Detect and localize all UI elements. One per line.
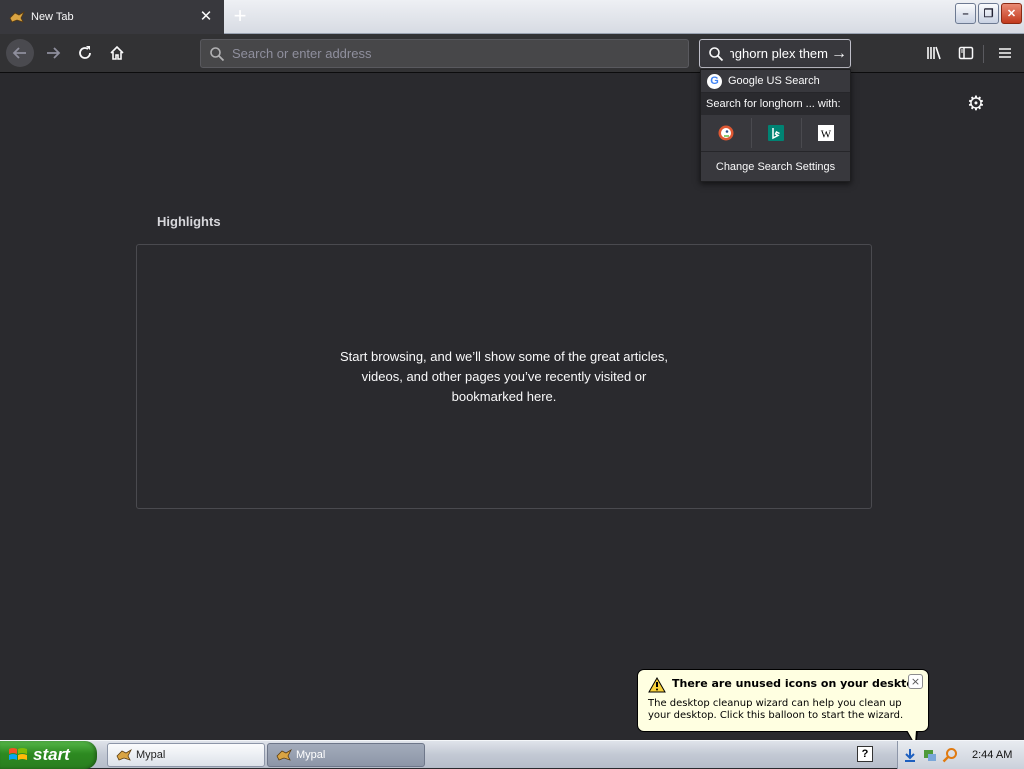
tab-close-icon[interactable]: ✕ [198,9,214,25]
scrollbar[interactable] [1007,73,1024,740]
highlights-title: Highlights [157,214,221,229]
taskbar-item-mypal-1[interactable]: Mypal [107,743,265,767]
one-off-engines: W [701,115,850,152]
home-button[interactable] [103,39,131,67]
tab-strip: New Tab ✕ + – ❐ ✕ [0,0,1024,34]
arrow-right-icon [47,47,61,59]
search-popup: G Google US Search Search for longhorn .… [700,69,851,182]
highlights-empty-message: Start browsing, and we’ll show some of t… [339,348,669,404]
search-input[interactable]: longhorn plex them [730,46,828,61]
mypal-icon [276,748,292,761]
highlights-section: Start browsing, and we’ll show some of t… [136,244,872,509]
search-engine-header[interactable]: G Google US Search [701,70,850,93]
sidebar-button[interactable] [952,39,980,67]
start-button[interactable]: start [0,741,97,769]
balloon-title: There are unused icons on your desktop [672,677,922,690]
reload-button[interactable] [71,39,99,67]
search-icon [210,46,225,61]
search-go-button[interactable]: → [828,45,850,63]
library-icon [927,46,941,60]
toolbar-separator [983,45,984,63]
taskbar-item-label: Mypal [136,749,166,761]
google-icon: G [707,73,722,89]
address-input[interactable] [232,46,688,61]
close-window-button[interactable]: ✕ [1001,3,1022,24]
balloon-close-button[interactable]: × [908,674,923,689]
search-icon [709,46,724,61]
restore-button[interactable]: ❐ [978,3,999,24]
taskbar-item-mypal-2[interactable]: Mypal [267,743,425,767]
bing-icon [767,125,784,141]
reload-icon [79,46,91,59]
menu-button[interactable] [991,39,1019,67]
clock[interactable]: 2:44 AM [972,749,1012,761]
search-for-label: Search for longhorn ... with: [701,93,850,115]
window-controls: – ❐ ✕ [955,3,1022,24]
duckduckgo-icon [718,125,734,141]
mypal-icon [116,748,132,761]
network-icon[interactable] [902,747,918,763]
taskbar: start Mypal Mypal ? 2:44 AM [0,740,1024,769]
tab-title: New Tab [31,11,74,23]
svg-text:W: W [820,129,831,141]
arrow-left-icon [12,47,26,59]
mypal-icon [9,9,25,25]
navigation-toolbar: longhorn plex them → [0,34,1024,73]
balloon-text: The desktop cleanup wizard can help you … [648,698,904,721]
wikipedia-icon: W [817,125,834,141]
search-engine-name: Google US Search [728,75,820,87]
help-icon[interactable]: ? [857,746,873,762]
hamburger-menu-icon [999,48,1011,58]
wikipedia-engine-button[interactable]: W [801,118,849,148]
search-tray-icon[interactable] [942,747,958,763]
back-button[interactable] [6,39,34,67]
windows-logo-icon [9,748,27,760]
duckduckgo-engine-button[interactable] [702,118,750,148]
tab-new-tab[interactable]: New Tab ✕ [0,0,224,34]
address-bar[interactable] [200,39,689,68]
home-icon [110,45,124,60]
system-tray: 2:44 AM [897,741,1024,769]
sidebar-icon [958,46,974,60]
search-bar[interactable]: longhorn plex them → [699,39,851,68]
start-label: start [33,745,70,764]
new-tab-button[interactable]: + [229,5,251,28]
taskbar-item-label: Mypal [296,749,326,761]
bing-engine-button[interactable] [751,118,799,148]
notification-balloon[interactable]: There are unused icons on your desktop ×… [637,669,929,747]
library-button[interactable] [920,39,948,67]
cleanup-wizard-icon[interactable] [922,747,938,763]
warning-icon [648,677,666,693]
forward-button[interactable] [39,39,67,67]
change-search-settings-button[interactable]: Change Search Settings [701,152,850,182]
settings-gear-icon[interactable]: ⚙ [966,94,986,114]
minimize-button[interactable]: – [955,3,976,24]
